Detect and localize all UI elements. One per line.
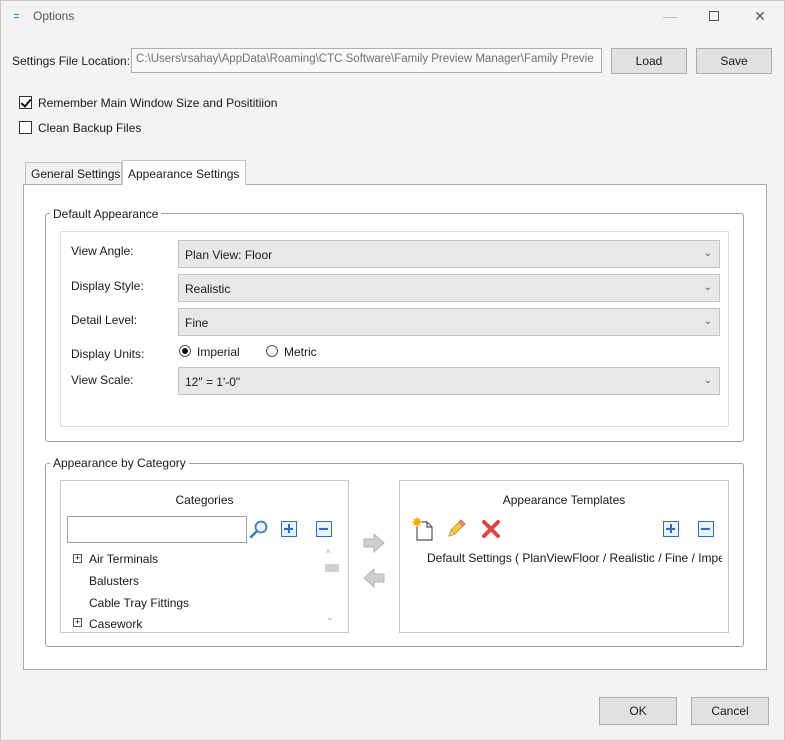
expand-toggle-icon[interactable]: +: [73, 618, 82, 627]
ok-button[interactable]: OK: [599, 697, 677, 725]
collapse-all-templates-button[interactable]: [698, 521, 718, 541]
scroll-thumb[interactable]: [325, 564, 339, 572]
maximize-icon: [709, 11, 719, 21]
title-bar[interactable]: Options — ✕: [1, 1, 784, 33]
settings-file-label: Settings File Location:: [12, 54, 131, 68]
tab-appearance-settings[interactable]: Appearance Settings: [122, 160, 246, 185]
minus-box-icon: [316, 521, 332, 537]
arrow-right-icon[interactable]: [362, 532, 386, 554]
cancel-button[interactable]: Cancel: [691, 697, 769, 725]
metric-radio[interactable]: [266, 345, 278, 357]
scroll-down-icon[interactable]: ⌄: [326, 612, 334, 623]
app-icon: [13, 12, 21, 20]
display-units-label: Display Units:: [71, 347, 145, 361]
expand-all-templates-button[interactable]: [663, 521, 683, 541]
chevron-down-icon: ⌄: [703, 282, 712, 293]
view-scale-value: 12" = 1'-0": [185, 375, 241, 389]
detail-level-value: Fine: [185, 316, 209, 330]
chevron-down-icon: ⌄: [703, 316, 712, 327]
display-style-dropdown[interactable]: Realistic ⌄: [178, 274, 720, 302]
scroll-up-icon[interactable]: ^: [326, 548, 330, 558]
default-appearance-title: Default Appearance: [50, 207, 162, 221]
remember-window-label: Remember Main Window Size and Posititiio…: [38, 96, 278, 110]
category-item-air-terminals[interactable]: Air Terminals: [89, 552, 158, 566]
tab-general-settings[interactable]: General Settings: [25, 162, 122, 184]
window-title: Options: [33, 9, 75, 23]
view-scale-dropdown[interactable]: 12" = 1'-0" ⌄: [178, 367, 720, 395]
expand-all-categories-button[interactable]: [281, 521, 301, 541]
template-item-default-settings[interactable]: Default Settings ( PlanViewFloor / Reali…: [427, 551, 722, 565]
category-item-balusters[interactable]: Balusters: [89, 574, 139, 588]
pencil-icon[interactable]: [445, 518, 467, 540]
plus-box-icon: [281, 521, 297, 537]
minimize-icon: —: [663, 8, 677, 24]
close-icon: ✕: [754, 8, 766, 24]
detail-level-dropdown[interactable]: Fine ⌄: [178, 308, 720, 336]
remember-window-checkbox[interactable]: [19, 96, 32, 109]
categories-scrollbar[interactable]: ^ ⌄: [323, 546, 340, 628]
clean-backup-label: Clean Backup Files: [38, 121, 142, 135]
category-item-cable-tray-fittings[interactable]: Cable Tray Fittings: [89, 596, 189, 610]
new-document-icon[interactable]: [412, 517, 434, 541]
search-icon[interactable]: [249, 519, 269, 539]
chevron-down-icon: ⌄: [703, 248, 712, 259]
minimize-button[interactable]: —: [649, 5, 691, 29]
red-x-icon[interactable]: [481, 519, 501, 539]
detail-level-label: Detail Level:: [71, 313, 138, 327]
display-style-label: Display Style:: [71, 279, 144, 293]
appearance-templates-title: Appearance Templates: [502, 493, 626, 507]
collapse-all-categories-button[interactable]: [316, 521, 336, 541]
save-button[interactable]: Save: [696, 48, 772, 74]
chevron-down-icon: ⌄: [703, 375, 712, 386]
display-style-value: Realistic: [185, 282, 231, 296]
plus-box-icon: [663, 521, 679, 537]
metric-label: Metric: [284, 345, 317, 359]
options-window: Options — ✕ Settings File Location: C:\U…: [0, 0, 785, 741]
arrow-left-icon[interactable]: [362, 567, 386, 589]
view-angle-value: Plan View: Floor: [185, 248, 273, 262]
view-scale-label: View Scale:: [71, 373, 134, 387]
appearance-by-category-title: Appearance by Category: [50, 456, 189, 470]
close-button[interactable]: ✕: [739, 5, 781, 29]
load-button[interactable]: Load: [611, 48, 687, 74]
view-angle-label: View Angle:: [71, 244, 134, 258]
category-list-clip: + Casework: [61, 613, 323, 631]
expand-toggle-icon[interactable]: +: [73, 554, 82, 563]
view-angle-dropdown[interactable]: Plan View: Floor ⌄: [178, 240, 720, 268]
clean-backup-checkbox[interactable]: [19, 121, 32, 134]
imperial-radio[interactable]: [179, 345, 191, 357]
maximize-button[interactable]: [693, 5, 735, 29]
imperial-label: Imperial: [197, 345, 240, 359]
categories-title: Categories: [175, 493, 234, 507]
minus-box-icon: [698, 521, 714, 537]
category-item-casework[interactable]: Casework: [89, 617, 142, 631]
settings-file-path-field[interactable]: C:\Users\rsahay\AppData\Roaming\CTC Soft…: [131, 48, 602, 73]
category-search-input[interactable]: [67, 516, 247, 543]
